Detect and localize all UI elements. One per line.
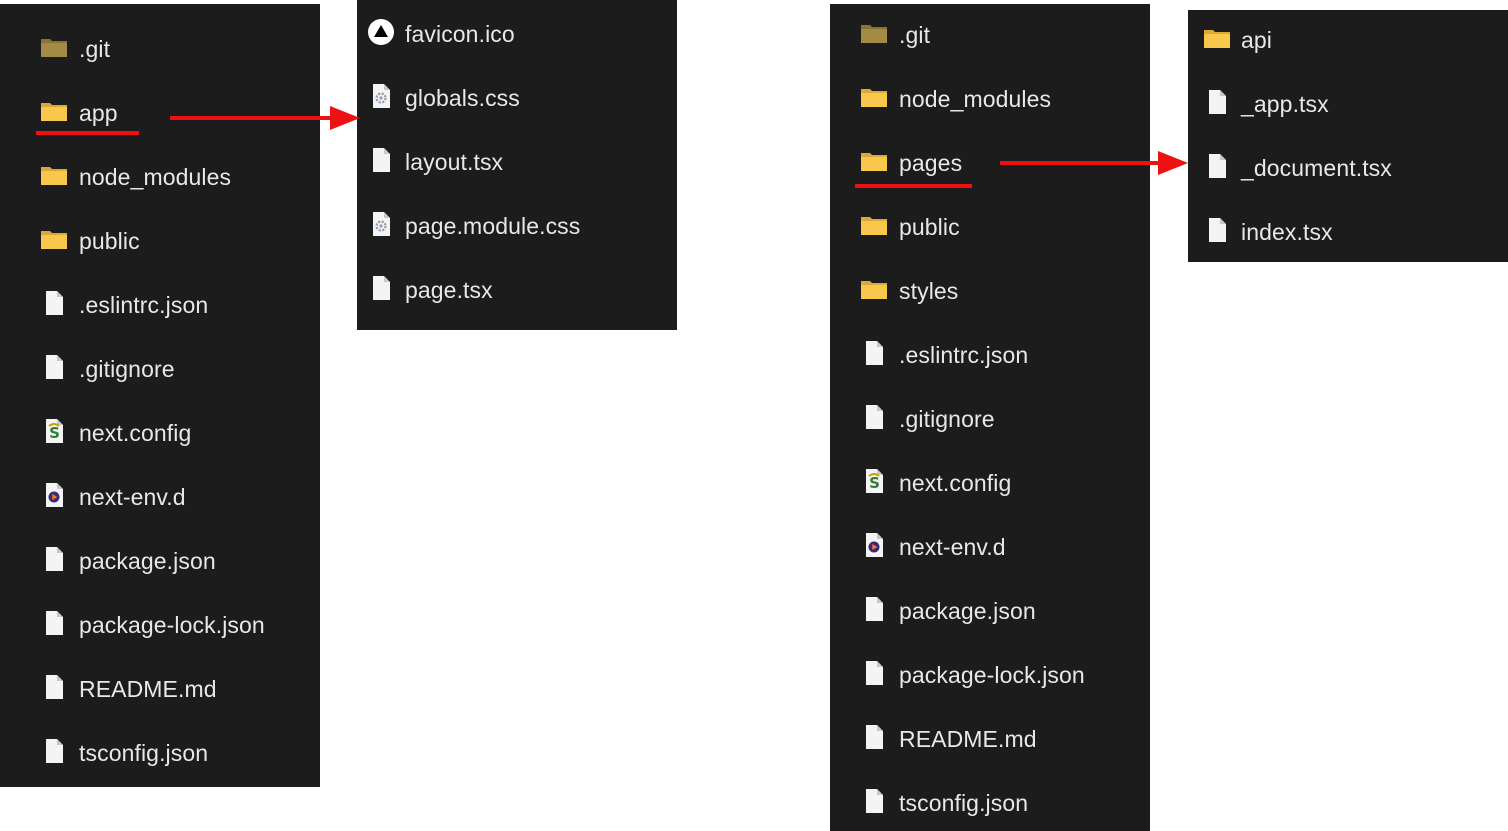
list-item[interactable]: .git: [0, 27, 320, 67]
list-item[interactable]: tsconfig.json: [0, 731, 320, 771]
folder-icon: [40, 97, 68, 125]
list-item[interactable]: _document.tsx: [1188, 146, 1508, 186]
list-item[interactable]: S next.config: [0, 411, 320, 451]
file-icon: [1203, 152, 1231, 180]
list-item[interactable]: next-env.d: [830, 525, 1150, 565]
file-icon: [860, 659, 888, 687]
file-icon: [860, 403, 888, 431]
list-item[interactable]: _app.tsx: [1188, 82, 1508, 122]
folder-icon: [860, 83, 888, 111]
explorer-panel-app-folder: favicon.ico globals.css layout.tsx page.…: [357, 0, 677, 330]
file-icon: [1203, 216, 1231, 244]
list-item[interactable]: api: [1188, 18, 1508, 58]
media-file-icon: [860, 531, 888, 559]
list-item[interactable]: public: [830, 205, 1150, 245]
list-item[interactable]: package.json: [0, 539, 320, 579]
file-icon: [860, 787, 888, 815]
file-icon: [367, 274, 395, 302]
folder-icon: [860, 147, 888, 175]
triangle-logo-icon: [367, 18, 395, 46]
file-icon: [40, 353, 68, 381]
media-file-icon: [40, 481, 68, 509]
gear-file-icon: [367, 210, 395, 238]
list-item[interactable]: layout.tsx: [357, 140, 677, 180]
explorer-panel-pages-router: .git node_modules pages public styles .e…: [830, 4, 1150, 831]
gear-file-icon: [367, 82, 395, 110]
js-config-icon: S: [860, 467, 888, 495]
arrow-right-icon: [170, 106, 360, 130]
list-item[interactable]: node_modules: [0, 155, 320, 195]
list-item[interactable]: .gitignore: [830, 397, 1150, 437]
file-icon: [860, 723, 888, 751]
list-item[interactable]: .git: [830, 13, 1150, 53]
js-config-icon: S: [40, 417, 68, 445]
list-item[interactable]: styles: [830, 269, 1150, 309]
list-item[interactable]: page.tsx: [357, 268, 677, 308]
list-item[interactable]: page.module.css: [357, 204, 677, 244]
list-item[interactable]: index.tsx: [1188, 210, 1508, 250]
folder-icon: [40, 161, 68, 189]
list-item[interactable]: node_modules: [830, 77, 1150, 117]
list-item[interactable]: tsconfig.json: [830, 781, 1150, 821]
file-icon: [367, 146, 395, 174]
pages-highlight-underline: [855, 184, 972, 188]
file-icon: [860, 339, 888, 367]
list-item[interactable]: .eslintrc.json: [0, 283, 320, 323]
list-item[interactable]: .gitignore: [0, 347, 320, 387]
list-item[interactable]: README.md: [830, 717, 1150, 757]
list-item[interactable]: README.md: [0, 667, 320, 707]
list-item[interactable]: S next.config: [830, 461, 1150, 501]
folder-icon: [40, 225, 68, 253]
list-item[interactable]: package-lock.json: [830, 653, 1150, 693]
file-icon: [860, 595, 888, 623]
file-icon: [40, 673, 68, 701]
file-icon: [40, 737, 68, 765]
arrow-right-icon: [1000, 151, 1188, 175]
list-item[interactable]: globals.css: [357, 76, 677, 116]
list-item[interactable]: package.json: [830, 589, 1150, 629]
list-item[interactable]: next-env.d: [0, 475, 320, 515]
file-icon: [40, 289, 68, 317]
app-highlight-underline: [36, 131, 139, 135]
list-item[interactable]: favicon.ico: [357, 12, 677, 52]
list-item[interactable]: public: [0, 219, 320, 259]
folder-icon: [860, 275, 888, 303]
file-icon: [1203, 88, 1231, 116]
git-folder-icon: [40, 33, 68, 61]
explorer-panel-pages-folder: api _app.tsx _document.tsx index.tsx: [1188, 10, 1508, 262]
folder-icon: [860, 211, 888, 239]
folder-icon: [1203, 24, 1231, 52]
git-folder-icon: [860, 19, 888, 47]
list-item[interactable]: package-lock.json: [0, 603, 320, 643]
list-item[interactable]: .eslintrc.json: [830, 333, 1150, 373]
file-icon: [40, 609, 68, 637]
file-icon: [40, 545, 68, 573]
